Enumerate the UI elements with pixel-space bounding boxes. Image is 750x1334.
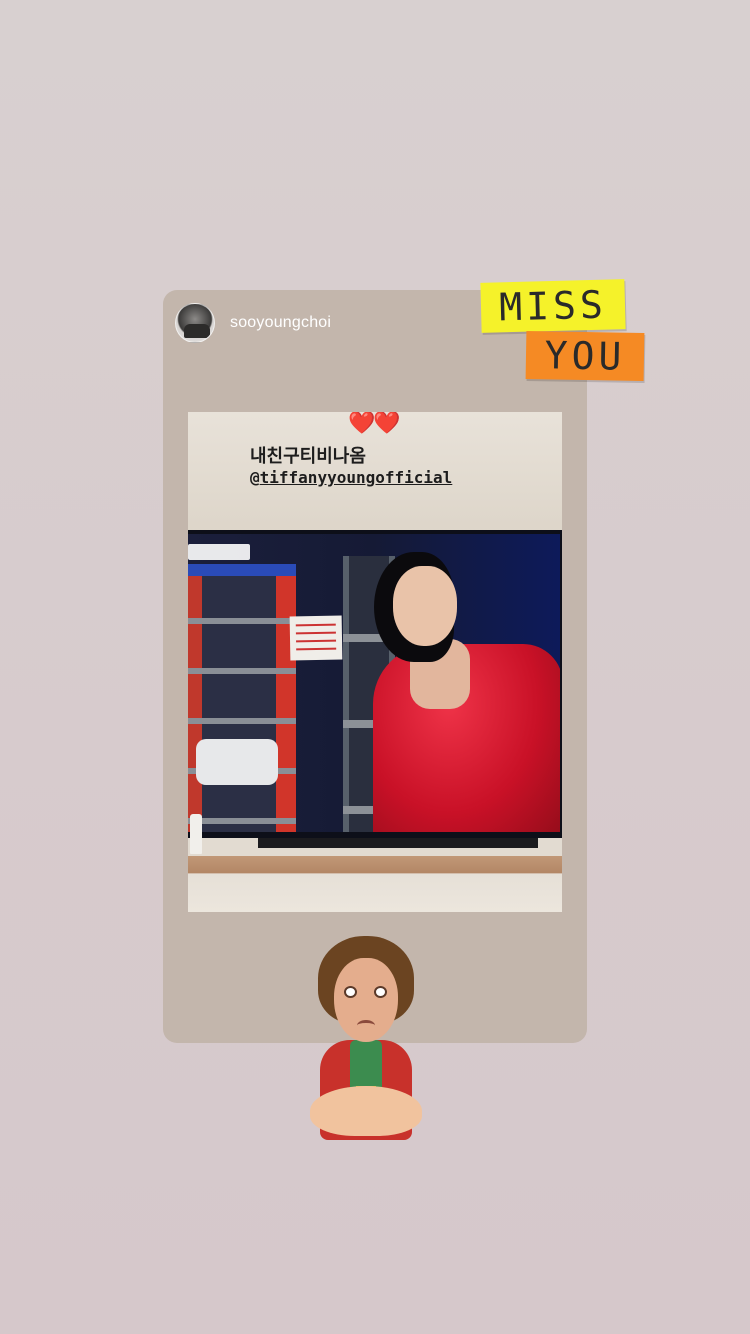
- tv-set: [188, 530, 562, 838]
- figurine-sticker[interactable]: [310, 936, 422, 1142]
- handwritten-note: [289, 615, 343, 661]
- backstage-shelf-left: [188, 574, 296, 832]
- photo-caption-text: 내친구티비나옴: [250, 446, 366, 467]
- mention-at-symbol: @: [250, 468, 260, 487]
- post-photo: ❤️❤️ 내친구티비나옴 @tiffanyyoungofficial: [188, 412, 562, 912]
- performer-face: [393, 566, 457, 646]
- reshared-post-card[interactable]: sooyoungchoi ❤️❤️ 내친구티비나옴 @tiffanyyoungo…: [163, 290, 587, 1043]
- towels: [196, 739, 278, 785]
- tv-cabinet: [188, 856, 562, 912]
- profile-avatar[interactable]: [175, 303, 215, 343]
- post-header[interactable]: sooyoungchoi: [175, 302, 331, 344]
- bottle: [190, 814, 202, 854]
- figurine-hands: [310, 1086, 422, 1136]
- figurine-mouth: [357, 1020, 375, 1031]
- story-screen: sooyoungchoi ❤️❤️ 내친구티비나옴 @tiffanyyoungo…: [0, 0, 750, 1334]
- mention-tag[interactable]: tiffanyyoungofficial: [260, 468, 453, 487]
- post-username[interactable]: sooyoungchoi: [230, 314, 331, 332]
- photo-caption-mention-line: @tiffanyyoungofficial: [250, 468, 452, 487]
- hearts-emoji: ❤️❤️: [348, 412, 401, 435]
- tv-stand: [258, 838, 538, 848]
- miss-sticker[interactable]: MISS: [480, 279, 626, 333]
- tv-show-logo: [188, 544, 250, 560]
- tv-show-subtitle-bar: [188, 564, 296, 576]
- you-sticker[interactable]: YOU: [525, 330, 645, 382]
- figurine-left-eye: [344, 986, 357, 998]
- figurine-right-eye: [374, 986, 387, 998]
- tv-screen: [188, 534, 560, 832]
